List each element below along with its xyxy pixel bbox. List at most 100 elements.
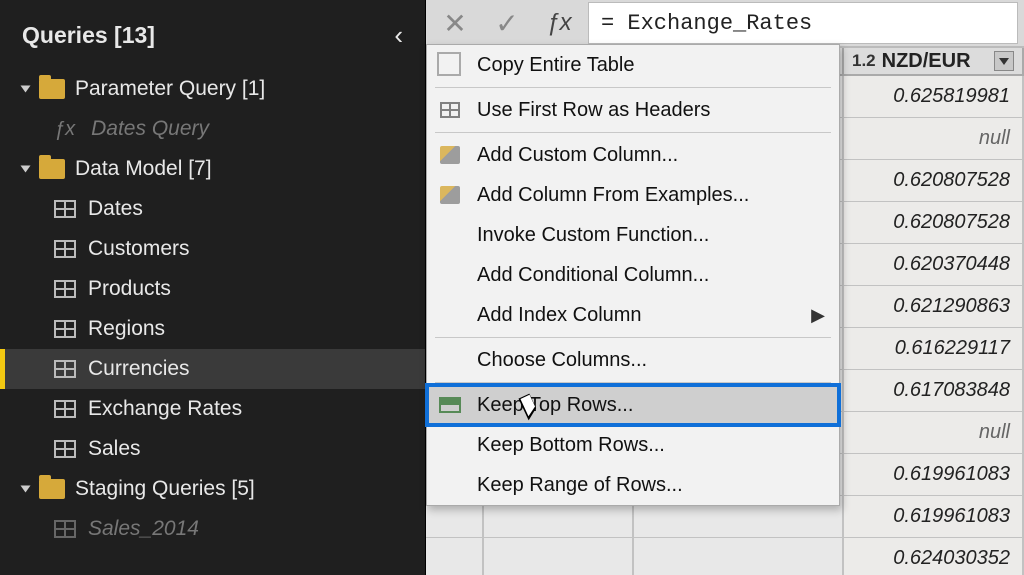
sidebar-collapse-button[interactable]: ‹ [394,20,403,51]
cell [484,538,634,575]
menu-item-label: Add Conditional Column... [477,264,825,287]
folder-icon [39,159,65,179]
menu-separator [435,87,831,88]
menu-item-icon [437,263,463,287]
expand-icon [21,486,31,493]
menu-item[interactable]: Add Conditional Column... [427,255,839,295]
cell-value: 0.620807528 [844,160,1024,201]
table-icon [54,400,76,418]
tree-item[interactable]: Regions [0,309,425,349]
item-label: Dates [88,197,143,221]
menu-item[interactable]: Use First Row as Headers [427,90,839,130]
item-label: Customers [88,237,190,261]
menu-item[interactable]: Keep Top Rows... [427,385,839,425]
formula-commit-button[interactable]: ✓ [484,0,530,46]
item-label: Sales [88,437,141,461]
formula-input[interactable]: = Exchange_Rates [588,2,1018,44]
folder-icon [39,479,65,499]
formula-cancel-button[interactable]: ✕ [432,0,478,46]
menu-item-icon [437,183,463,207]
menu-item-icon [437,98,463,122]
menu-item-icon [437,348,463,372]
cell-value: 0.621290863 [844,286,1024,327]
table-icon [54,440,76,458]
menu-item[interactable]: Add Index Column ▶ [427,295,839,335]
fx-icon: ƒx [54,118,75,141]
table-row[interactable]: 0.624030352 [426,538,1024,575]
item-label: Currencies [88,357,190,381]
menu-item-label: Invoke Custom Function... [477,224,825,247]
submenu-arrow-icon: ▶ [811,305,825,326]
tree-item[interactable]: Exchange Rates [0,389,425,429]
column-label: NZD/EUR [882,50,971,73]
sidebar-title: Queries [13] [22,22,155,49]
tree-item[interactable]: Products [0,269,425,309]
cell-value: null [844,412,1024,453]
cell [634,538,844,575]
menu-item[interactable]: Invoke Custom Function... [427,215,839,255]
editor-main: ✕ ✓ ƒx = Exchange_Rates Date 1.2 NZD/AUD… [426,0,1024,575]
cell-value: null [844,118,1024,159]
menu-item[interactable]: Choose Columns... [427,340,839,380]
tree-group-header[interactable]: Staging Queries [5] [0,469,425,509]
tree-group-header[interactable]: Parameter Query [1] [0,69,425,109]
menu-item-icon [437,473,463,497]
column-header-nzdeur[interactable]: 1.2 NZD/EUR [844,48,1024,74]
table-icon [54,520,76,538]
menu-item-label: Keep Top Rows... [477,394,825,417]
folder-icon [39,79,65,99]
menu-item-label: Add Index Column [477,304,797,327]
cell-value: 0.619961083 [844,454,1024,495]
cell [426,538,484,575]
tree-item[interactable]: ƒx Dates Query [0,109,425,149]
menu-item-icon [437,393,463,417]
fx-icon: ƒx [536,0,582,46]
menu-item-label: Keep Bottom Rows... [477,434,825,457]
tree-item[interactable]: Sales [0,429,425,469]
table-icon [54,360,76,378]
menu-item[interactable]: Keep Range of Rows... [427,465,839,505]
menu-separator [435,132,831,133]
menu-item-label: Keep Range of Rows... [477,474,825,497]
queries-sidebar: Queries [13] ‹ Parameter Query [1] ƒx Date… [0,0,426,575]
expand-icon [21,86,31,93]
menu-separator [435,337,831,338]
tree-item[interactable]: Customers [0,229,425,269]
menu-item-label: Add Custom Column... [477,144,825,167]
cell-value: 0.624030352 [844,538,1024,575]
tree-item[interactable]: Sales_2014 [0,509,425,549]
group-label: Staging Queries [5] [75,477,255,501]
group-label: Data Model [7] [75,157,212,181]
table-icon [54,320,76,338]
decimal-type-icon: 1.2 [852,51,876,71]
item-label: Sales_2014 [88,517,199,541]
cell-value: 0.616229117 [844,328,1024,369]
menu-item-label: Use First Row as Headers [477,99,825,122]
column-dropdown-icon[interactable] [994,51,1014,71]
menu-item[interactable]: Add Column From Examples... [427,175,839,215]
menu-item-label: Copy Entire Table [477,54,825,77]
item-label: Exchange Rates [88,397,242,421]
cell-value: 0.620807528 [844,202,1024,243]
menu-item[interactable]: Copy Entire Table [427,45,839,85]
queries-tree: Parameter Query [1] ƒx Dates Query Data Mod… [0,69,425,575]
formula-bar: ✕ ✓ ƒx = Exchange_Rates [426,0,1024,48]
cell-value: 0.625819981 [844,76,1024,117]
table-icon [54,200,76,218]
item-label: Regions [88,317,165,341]
cell-value: 0.620370448 [844,244,1024,285]
cell-value: 0.617083848 [844,370,1024,411]
tree-item[interactable]: Dates [0,189,425,229]
menu-item-icon [437,433,463,457]
table-context-menu: Copy Entire Table Use First Row as Header… [426,44,840,506]
tree-group-header[interactable]: Data Model [7] [0,149,425,189]
item-label: Products [88,277,171,301]
item-label: Dates Query [91,117,209,141]
menu-separator [435,382,831,383]
menu-item[interactable]: Keep Bottom Rows... [427,425,839,465]
expand-icon [21,166,31,173]
table-icon [54,280,76,298]
menu-item[interactable]: Add Custom Column... [427,135,839,175]
tree-item[interactable]: Currencies [0,349,425,389]
sidebar-header: Queries [13] ‹ [0,0,425,69]
